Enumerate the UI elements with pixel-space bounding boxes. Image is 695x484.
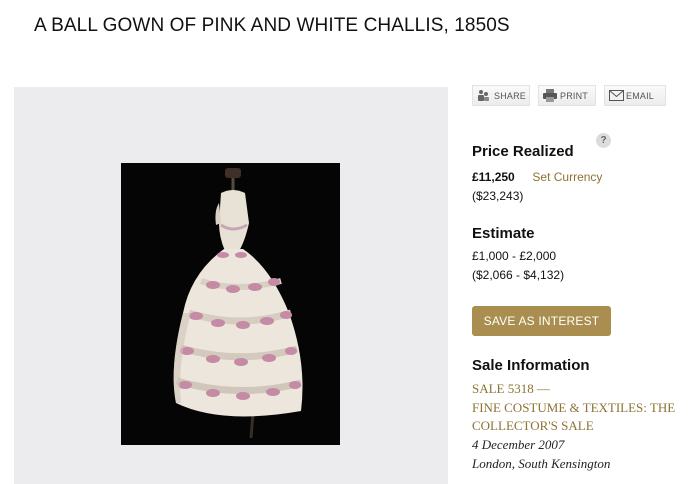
price-realized-amount: £11,250: [472, 170, 515, 184]
ball-gown-image: [121, 163, 340, 445]
price-converted: ($23,243): [472, 189, 524, 203]
price-realized-heading: Price Realized: [472, 143, 574, 160]
lot-photo[interactable]: [121, 163, 340, 445]
estimate-converted: ($2,066 - $4,132): [472, 268, 565, 282]
email-icon: [609, 89, 624, 102]
save-as-interest-button[interactable]: SAVE AS INTEREST: [472, 306, 611, 336]
set-currency-link[interactable]: Set Currency: [532, 170, 602, 184]
sale-name-line2[interactable]: COLLECTOR'S SALE: [472, 418, 594, 434]
help-icon[interactable]: ?: [596, 133, 611, 148]
email-button[interactable]: EMAIL: [604, 85, 666, 106]
sale-name-line1[interactable]: FINE COSTUME & TEXTILES: THE: [472, 400, 675, 416]
sale-name-2[interactable]: COLLECTOR'S SALE: [472, 418, 594, 433]
estimate-range: £1,000 - £2,000: [472, 249, 557, 263]
share-label: SHARE: [494, 90, 527, 101]
price-row: £11,250 Set Currency: [472, 170, 602, 184]
email-label: EMAIL: [626, 90, 655, 101]
estimate-heading: Estimate: [472, 225, 535, 242]
sale-date: 4 December 2007: [472, 437, 565, 452]
sale-number[interactable]: SALE 5318 —: [472, 381, 550, 396]
lot-title: A BALL GOWN OF PINK AND WHITE CHALLIS, 1…: [34, 15, 510, 36]
lot-image-panel: [14, 87, 448, 484]
sale-location: London, South Kensington: [472, 456, 611, 471]
sale-information-heading: Sale Information: [472, 357, 590, 374]
print-label: PRINT: [560, 90, 588, 101]
print-icon: [543, 89, 557, 102]
share-icon: [477, 89, 491, 102]
share-button[interactable]: SHARE: [472, 85, 530, 106]
print-button[interactable]: PRINT: [538, 85, 596, 106]
sale-name-1[interactable]: FINE COSTUME & TEXTILES: THE: [472, 400, 675, 415]
sale-number-link[interactable]: SALE 5318 —: [472, 381, 550, 397]
